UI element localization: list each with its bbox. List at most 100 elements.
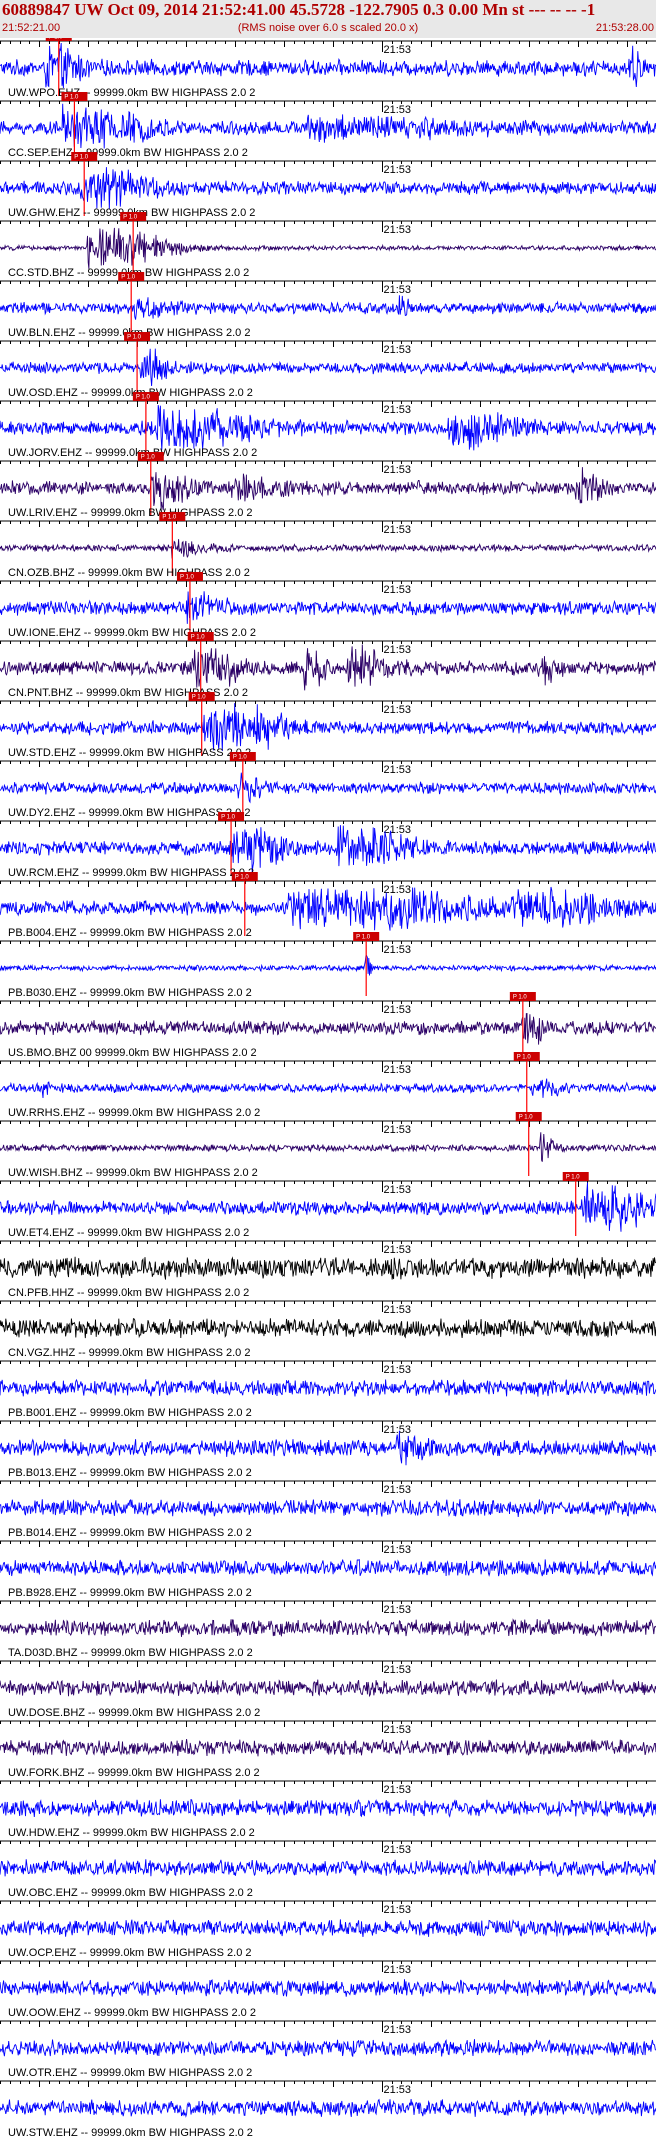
end-time: 21:53:28.00: [595, 22, 654, 34]
minute-label: 21:53: [384, 1244, 412, 1256]
minute-label: 21:53: [384, 344, 412, 356]
pick-label-14: P 1.0: [235, 875, 250, 881]
minute-label: 21:53: [384, 284, 412, 296]
station-label-1: CC.SEP.EHZ -- 99999.0km BW HIGHPASS 2.0 …: [8, 147, 248, 159]
station-label-5: UW.OSD.EHZ -- 99999.0km BW HIGHPASS 2.0 …: [8, 387, 253, 399]
waveform-33: [0, 2039, 656, 2057]
waveform-8: [0, 539, 656, 559]
minute-label: 21:53: [384, 1004, 412, 1016]
minute-label: 21:53: [384, 224, 412, 236]
minute-label: 21:53: [384, 1124, 412, 1136]
pick-label-4: P 1.0: [121, 275, 136, 281]
waveform-21: [0, 1318, 656, 1339]
pick-label-17: P 1.0: [517, 1055, 532, 1061]
station-label-28: UW.FORK.BHZ -- 99999.0km BW HIGHPASS 2.0…: [8, 1767, 260, 1779]
minute-label: 21:53: [384, 1424, 412, 1436]
waveform-32: [0, 1979, 656, 1997]
minute-label: 21:53: [384, 1364, 412, 1376]
trace-19: 21:53 P 1.0 UW.ET4.EHZ -- 99999.0km BW HIG…: [0, 1172, 656, 1239]
trace-22: 21:53 PB.B001.EHZ -- 99999.0km BW HIGHPAS…: [0, 1360, 656, 1419]
waveform-12: [0, 772, 656, 804]
station-label-24: PB.B014.EHZ -- 99999.0km BW HIGHPASS 2.0…: [8, 1527, 252, 1539]
station-label-7: UW.LRIV.EHZ -- 99999.0km BW HIGHPASS 2.0…: [8, 507, 253, 519]
waveform-17: [0, 1078, 656, 1099]
pick-label-18: P 1.0: [519, 1115, 534, 1121]
trace-25: 21:53 PB.B928.EHZ -- 99999.0km BW HIGHPAS…: [0, 1540, 656, 1599]
trace-3: 21:53P 1.0CC.STD.BHZ -- 99999.0km BW HIG…: [0, 212, 656, 279]
station-label-30: UW.OBC.EHZ -- 99999.0km BW HIGHPASS 2.0 …: [8, 1887, 253, 1899]
station-label-25: PB.B928.EHZ -- 99999.0km BW HIGHPASS 2.0…: [8, 1587, 252, 1599]
trace-30: 21:53 UW.OBC.EHZ -- 99999.0km BW HIGHPASS…: [0, 1840, 656, 1899]
waveform-15: [0, 954, 656, 976]
station-label-27: UW.DOSE.BHZ -- 99999.0km BW HIGHPASS 2.0…: [8, 1707, 260, 1719]
trace-7: 21:53P 1.0UW.LRIV.EHZ -- 99999.0km BW HI…: [0, 452, 656, 519]
pick-label-19: P 1.0: [566, 1175, 581, 1181]
waveform-22: [0, 1378, 656, 1397]
pick-label-3: P 1.0: [123, 215, 138, 221]
trace-10: 21:53P 1.0CN.PNT.BHZ -- 99999.0km BW HIG…: [0, 632, 656, 699]
station-label-0: UW.WPO.EHZ -- 99999.0km BW HIGHPASS 2.0 …: [8, 87, 255, 99]
trace-27: 21:53 UW.DOSE.BHZ -- 99999.0km BW HIGHPAS…: [0, 1660, 656, 1719]
minute-label: 21:53: [384, 1784, 412, 1796]
pick-label-12: P 1.0: [233, 755, 248, 761]
minute-label: 21:53: [384, 524, 412, 536]
waveform-0: [0, 42, 656, 89]
waveform-11: [0, 703, 656, 752]
waveform-23: [0, 1430, 656, 1466]
trace-11: 21:53 P 1.0UW.STD.EHZ -- 99999.0km BW HIG…: [0, 692, 656, 759]
trace-34: 21:53 UW.STW.EHZ -- 99999.0km BW HIGHPASS…: [0, 2080, 656, 2138]
pick-label-9: P 1.0: [180, 575, 195, 581]
station-label-12: UW.DY2.EHZ -- 99999.0km BW HIGHPASS 2.0 …: [8, 807, 250, 819]
pick-label-10: P 1.0: [191, 635, 206, 641]
minute-label: 21:53: [384, 404, 412, 416]
station-label-14: PB.B004.EHZ -- 99999.0km BW HIGHPASS 2.0…: [8, 927, 252, 939]
waveform-18: [0, 1132, 656, 1162]
station-label-16: US.BMO.BHZ 00 99999.0km BW HIGHPASS 2.0 …: [8, 1047, 257, 1059]
minute-label: 21:53: [384, 1964, 412, 1976]
station-label-11: UW.STD.EHZ -- 99999.0km BW HIGHPASS 2.0 …: [8, 747, 251, 759]
minute-label: 21:53: [384, 704, 412, 716]
station-label-20: CN.PFB.HHZ -- 99999.0km BW HIGHPASS 2.0 …: [8, 1287, 249, 1299]
trace-32: 21:53 UW.OOW.EHZ -- 99999.0km BW HIGHPASS…: [0, 1960, 656, 2019]
station-label-15: PB.B030.EHZ -- 99999.0km BW HIGHPASS 2.0…: [8, 987, 252, 999]
trace-33: 21:53 UW.OTR.EHZ -- 99999.0km BW HIGHPASS…: [0, 2020, 656, 2079]
minute-label: 21:53: [384, 1484, 412, 1496]
trace-9: 21:53P 1.0UW.IONE.EHZ -- 99999.0km BW HI…: [0, 572, 656, 639]
waveform-28: [0, 1739, 656, 1757]
trace-2: 21:53P 1.0UW.GHW.EHZ -- 99999.0km BW HIG…: [0, 152, 656, 219]
trace-13: 21:53P 1.0UW.RCM.EHZ -- 99999.0km BW HIG…: [0, 812, 656, 879]
waveform-25: [0, 1558, 656, 1577]
waveform-6: [0, 405, 656, 451]
minute-label: 21:53: [384, 1904, 412, 1916]
trace-1: 21:53P 1.0CC.SEP.EHZ -- 99999.0km BW HIG…: [0, 92, 656, 159]
waveform-2: [0, 167, 656, 210]
pick-label-15: P 1.0: [356, 935, 371, 941]
trace-17: 21:53 P 1.0 UW.RRHS.EHZ -- 99999.0km BW HI…: [0, 1052, 656, 1119]
waveform-34: [0, 2098, 656, 2118]
waveform-16: [0, 1012, 656, 1045]
waveform-24: [0, 1499, 656, 1518]
waveform-27: [0, 1679, 656, 1698]
trace-16: 21:53 P 1.0 US.BMO.BHZ 00 99999.0km BW HIG…: [0, 992, 656, 1059]
trace-8: 21:53P 1.0CN.OZB.BHZ -- 99999.0km BW HIG…: [0, 512, 656, 579]
waveform-1: [0, 103, 656, 149]
station-label-13: UW.RCM.EHZ -- 99999.0km BW HIGHPASS 2.0 …: [8, 867, 254, 879]
waveform-31: [0, 1918, 656, 1937]
minute-label: 21:53: [384, 1184, 412, 1196]
pick-label-7: P 1.0: [141, 455, 156, 461]
pick-label-1: P 1.0: [64, 95, 79, 101]
trace-31: 21:53 UW.OCP.EHZ -- 99999.0km BW HIGHPASS…: [0, 1900, 656, 1959]
minute-label: 21:53: [384, 1604, 412, 1616]
trace-21: 21:53 CN.VGZ.HHZ -- 99999.0km BW HIGHPASS…: [0, 1300, 656, 1359]
station-label-19: UW.ET4.EHZ -- 99999.0km BW HIGHPASS 2.0 …: [8, 1227, 249, 1239]
pick-label-13: P 1.0: [221, 815, 236, 821]
station-label-33: UW.OTR.EHZ -- 99999.0km BW HIGHPASS 2.0 …: [8, 2067, 252, 2079]
trace-14: 21:53 P 1.0 PB.B004.EHZ -- 99999.0km BW HI…: [0, 872, 656, 939]
trace-29: 21:53 UW.HDW.EHZ -- 99999.0km BW HIGHPASS…: [0, 1780, 656, 1839]
station-label-6: UW.JORV.EHZ -- 99999.0km BW HIGHPASS 2.0…: [8, 447, 257, 459]
trace-0: 21:53P 1.0UW.WPO.EHZ -- 99999.0km BW HIG…: [0, 38, 656, 99]
waveform-20: [0, 1256, 656, 1280]
minute-label: 21:53: [384, 944, 412, 956]
station-label-23: PB.B013.EHZ -- 99999.0km BW HIGHPASS 2.0…: [8, 1467, 252, 1479]
waveform-30: [0, 1859, 656, 1877]
